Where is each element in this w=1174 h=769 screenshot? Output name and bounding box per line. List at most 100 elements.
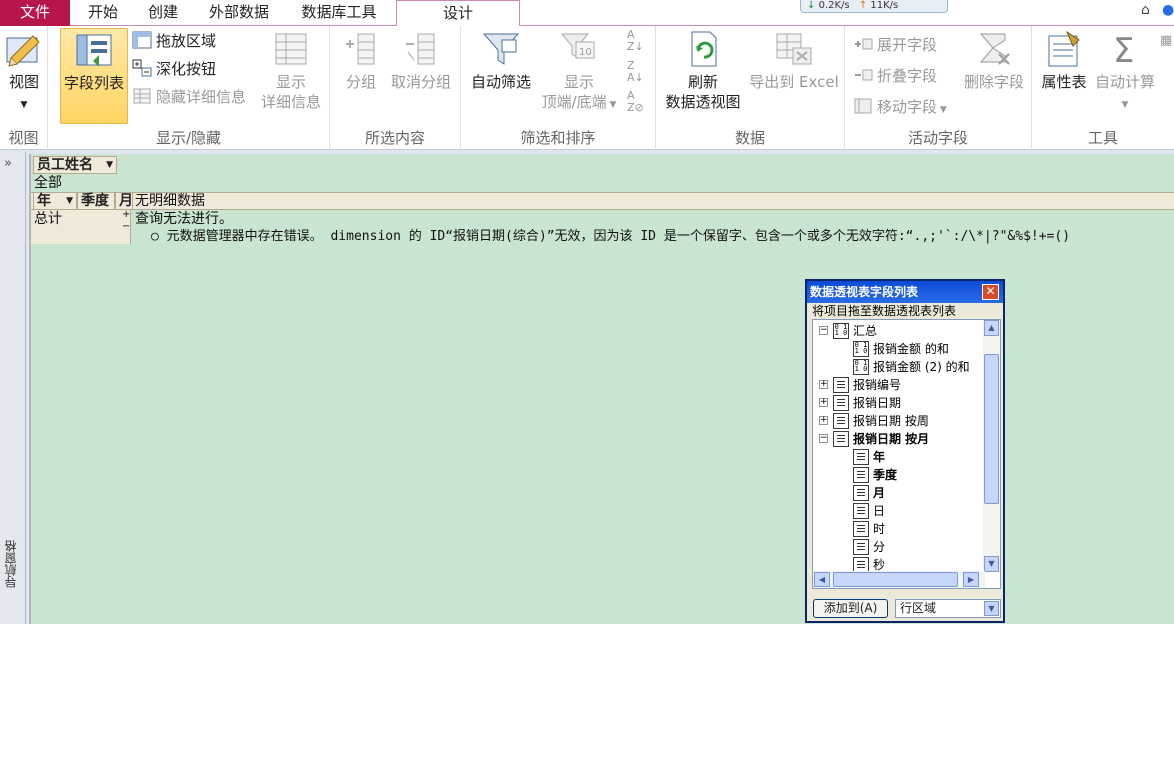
scroll-down-icon[interactable]: ▼ <box>984 556 999 572</box>
tab-file[interactable]: 文件 <box>0 0 70 26</box>
row-field-quarter[interactable]: 季度 <box>77 192 115 210</box>
delete-field-button[interactable]: 删除字段 <box>959 28 1029 92</box>
svg-text:10: 10 <box>579 47 592 58</box>
show-details-icon <box>275 33 307 65</box>
sort-descending-icon[interactable]: Z A↓ <box>627 60 644 84</box>
close-icon[interactable]: ✕ <box>982 284 999 300</box>
view-dropdown-icon[interactable]: ▼ <box>21 100 28 110</box>
group-label-show-hide: 显示/隐藏 <box>155 129 222 147</box>
group-button[interactable]: 分组 <box>340 28 382 92</box>
vertical-scroll-thumb[interactable] <box>984 354 999 504</box>
dimension-field-icon <box>833 395 849 411</box>
expand-field-icon <box>855 38 873 50</box>
tab-design[interactable]: 设计 <box>396 0 520 27</box>
ungroup-button[interactable]: 取消分组 <box>388 28 454 92</box>
network-monitor: ↓ 0.2K/s ↑ 11K/s <box>800 0 948 13</box>
tools-extra-icon[interactable]: ▦ <box>1160 29 1172 53</box>
vertical-scrollbar[interactable]: ▲ ▼ <box>983 320 1000 572</box>
autocalc-dropdown-icon[interactable]: ▼ <box>1122 100 1129 110</box>
sort-ascending-icon[interactable]: A Z↓ <box>627 29 644 53</box>
dimension-field-icon <box>833 413 849 429</box>
row-field-year-dropdown-icon[interactable]: ▼ <box>66 193 73 209</box>
export-to-excel-button[interactable]: 导出到 Excel <box>746 28 842 92</box>
tree-collapse-icon[interactable]: − <box>819 434 828 443</box>
move-field-label: 移动字段 <box>877 98 938 116</box>
add-to-button[interactable]: 添加到(A) <box>813 599 888 618</box>
field-tree-node[interactable]: + 报销日期 按周 <box>817 412 987 430</box>
tab-home[interactable]: 开始 <box>78 0 128 26</box>
tree-expand-icon[interactable]: + <box>819 416 828 425</box>
help-icon[interactable]: ● <box>1162 2 1174 18</box>
scroll-right-icon[interactable]: ▶ <box>963 572 979 587</box>
clear-sort-icon[interactable]: A Z⊘ <box>627 90 644 114</box>
show-top-bottom-button[interactable]: 10 显示 顶端/底端 ▼ <box>535 28 623 115</box>
field-tree-node[interactable]: 0 11 0 报销金额 的和 <box>817 340 987 358</box>
collapse-field-button[interactable]: 折叠字段 <box>853 64 937 88</box>
field-tree-node[interactable]: 分 <box>817 538 987 556</box>
field-tree-node[interactable]: −0 11 0 汇总 <box>817 322 987 340</box>
row-field-year[interactable]: 年 ▼ <box>33 192 77 210</box>
autofilter-button[interactable]: 自动筛选 <box>465 28 537 92</box>
field-tree-node[interactable]: + 报销编号 <box>817 376 987 394</box>
area-select-value: 行区域 <box>900 601 937 615</box>
minimize-ribbon-icon[interactable]: ⌂ <box>1141 2 1150 18</box>
field-tree-node-label: 年 <box>873 450 886 464</box>
field-list-button[interactable]: 字段列表 <box>60 28 128 124</box>
drill-buttons-icon <box>132 59 152 77</box>
collapse-total-icon[interactable]: − <box>122 218 130 236</box>
field-tree-node[interactable]: 年 <box>817 448 987 466</box>
drop-areas-label: 拖放区域 <box>156 32 217 50</box>
tab-create[interactable]: 创建 <box>138 0 188 26</box>
field-tree-node[interactable]: − 报销日期 按月 <box>817 430 987 448</box>
property-sheet-icon <box>1048 30 1080 67</box>
show-top-label-2: 顶端/底端 <box>541 93 607 111</box>
show-top-dropdown-icon[interactable]: ▼ <box>607 100 616 110</box>
refresh-pivot-button[interactable]: 刷新 数据透视图 <box>660 28 746 112</box>
move-field-dropdown-icon[interactable]: ▼ <box>937 105 947 115</box>
field-list-title[interactable]: 数据透视表字段列表 <box>807 281 1003 303</box>
field-tree-node-label: 分 <box>873 540 886 554</box>
tab-database-tools[interactable]: 数据库工具 <box>288 0 390 26</box>
horizontal-scroll-thumb[interactable] <box>833 572 958 587</box>
pivot-field-list-window[interactable]: 数据透视表字段列表 ✕ 将项目拖至数据透视表列表 秒分时日月季度年 − 报销日期 按… <box>805 279 1005 623</box>
group-label-selection: 所选内容 <box>364 129 425 147</box>
horizontal-scrollbar[interactable]: ◀ ▶ <box>813 571 985 588</box>
navigation-pane[interactable]: » 导航窗格 <box>0 152 26 624</box>
filter-field-employee-name[interactable]: 员工姓名 ▼ <box>33 156 117 174</box>
field-tree-node[interactable]: 季度 <box>817 466 987 484</box>
field-tree-node[interactable]: 0 11 0 报销金额 (2) 的和 <box>817 358 987 376</box>
view-button[interactable]: 视图 ▼ <box>2 28 46 115</box>
expand-field-button[interactable]: 展开字段 <box>853 33 937 57</box>
tree-expand-icon[interactable]: + <box>819 398 828 407</box>
show-details-button[interactable]: 显示 详细信息 <box>258 28 324 112</box>
group-icon <box>346 33 375 65</box>
move-field-button[interactable]: 移动字段 ▼ <box>853 95 947 122</box>
scroll-up-icon[interactable]: ▲ <box>984 320 999 336</box>
tree-collapse-icon[interactable]: − <box>819 326 828 335</box>
field-tree-node[interactable]: 日 <box>817 502 987 520</box>
field-tree-node[interactable]: 月 <box>817 484 987 502</box>
drop-areas-button[interactable]: 拖放区域 <box>132 29 216 53</box>
tab-external-data[interactable]: 外部数据 <box>198 0 280 26</box>
grand-total-label: 总计 <box>34 211 62 227</box>
dimension-field-icon <box>853 467 869 483</box>
filter-dropdown-icon[interactable]: ▼ <box>106 157 113 173</box>
group-label-tools: 工具 <box>1087 129 1118 147</box>
autocalc-button[interactable]: Σ 自动计算 ▼ <box>1092 28 1158 115</box>
expand-nav-icon[interactable]: » <box>4 156 12 171</box>
field-tree[interactable]: 秒分时日月季度年 − 报销日期 按月 + 报销日期 按周 + 报销日期 + 报销编号 0 11 0… <box>812 319 1001 589</box>
field-tree-node[interactable]: 时 <box>817 520 987 538</box>
hide-details-button[interactable]: 隐藏详细信息 <box>132 85 246 109</box>
drill-buttons-button[interactable]: 深化按钮 <box>132 57 216 81</box>
field-list-hint: 将项目拖至数据透视表列表 <box>812 303 1000 320</box>
grand-total-cell[interactable]: 总计 + − <box>31 209 131 244</box>
property-sheet-button[interactable]: 属性表 <box>1036 28 1092 92</box>
area-select-dropdown-icon[interactable]: ▼ <box>984 601 999 616</box>
area-select[interactable]: 行区域 ▼ <box>895 599 1001 618</box>
tree-expand-icon[interactable]: + <box>819 380 828 389</box>
scroll-left-icon[interactable]: ◀ <box>814 572 830 587</box>
field-tree-node[interactable]: + 报销日期 <box>817 394 987 412</box>
collapse-field-label: 折叠字段 <box>877 67 938 85</box>
dimension-field-icon <box>853 539 869 555</box>
group-view: 视图 ▼ 视图 <box>0 26 48 150</box>
